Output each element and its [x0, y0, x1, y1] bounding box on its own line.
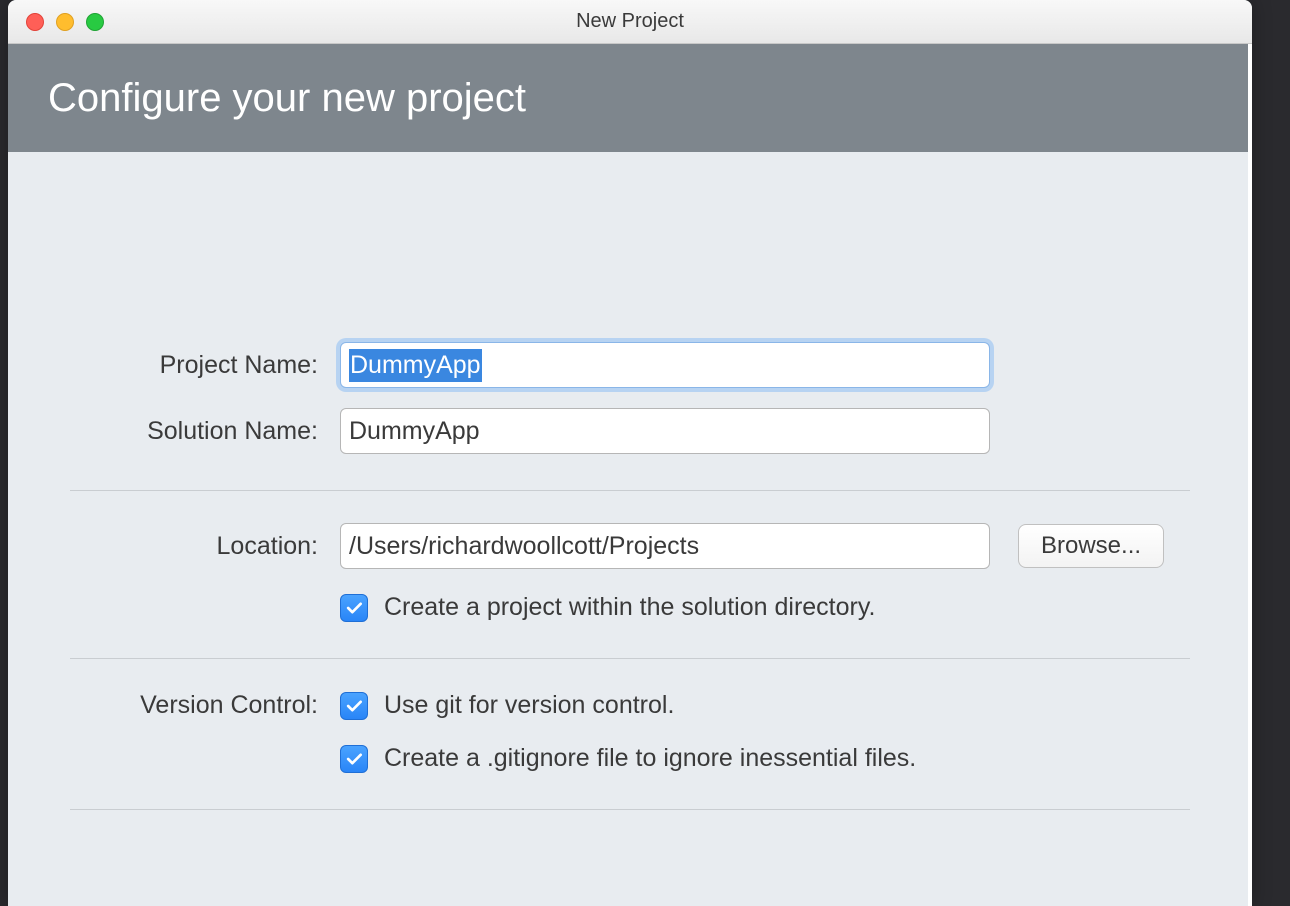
check-icon	[344, 749, 364, 769]
gitignore-row: Create a .gitignore file to ignore iness…	[70, 744, 1190, 773]
form-area: Project Name: DummyApp Solution Name: Lo…	[8, 342, 1252, 810]
create-in-solution-dir-checkbox[interactable]	[340, 594, 368, 622]
minimize-window-button[interactable]	[56, 13, 74, 31]
solution-name-label: Solution Name:	[70, 417, 340, 446]
location-input[interactable]	[340, 523, 990, 569]
check-icon	[344, 598, 364, 618]
new-project-dialog: New Project Configure your new project P…	[8, 0, 1252, 906]
use-git-label: Use git for version control.	[384, 691, 674, 720]
project-name-row: Project Name: DummyApp	[70, 342, 1190, 388]
browse-button[interactable]: Browse...	[1018, 524, 1164, 568]
version-control-row: Version Control: Use git for version con…	[70, 691, 1190, 720]
gitignore-label: Create a .gitignore file to ignore iness…	[384, 744, 916, 773]
create-in-solution-dir-row: Create a project within the solution dir…	[70, 593, 1190, 622]
traffic-lights	[8, 13, 104, 31]
location-label: Location:	[70, 532, 340, 561]
project-name-label: Project Name:	[70, 351, 340, 380]
window-title: New Project	[576, 10, 684, 33]
version-control-label: Version Control:	[70, 691, 340, 720]
right-gutter	[1248, 44, 1252, 906]
close-window-button[interactable]	[26, 13, 44, 31]
create-in-solution-dir-label: Create a project within the solution dir…	[384, 593, 875, 622]
gitignore-checkbox[interactable]	[340, 745, 368, 773]
check-icon	[344, 696, 364, 716]
divider	[70, 809, 1190, 810]
use-git-checkbox[interactable]	[340, 692, 368, 720]
project-name-value: DummyApp	[349, 349, 482, 382]
solution-name-row: Solution Name:	[70, 408, 1190, 454]
divider	[70, 490, 1190, 491]
divider	[70, 658, 1190, 659]
dialog-header-title: Configure your new project	[48, 76, 526, 121]
location-row: Location: Browse...	[70, 523, 1190, 569]
titlebar: New Project	[8, 0, 1252, 44]
maximize-window-button[interactable]	[86, 13, 104, 31]
project-name-input[interactable]: DummyApp	[340, 342, 990, 388]
dialog-header: Configure your new project	[8, 44, 1252, 152]
solution-name-input[interactable]	[340, 408, 990, 454]
